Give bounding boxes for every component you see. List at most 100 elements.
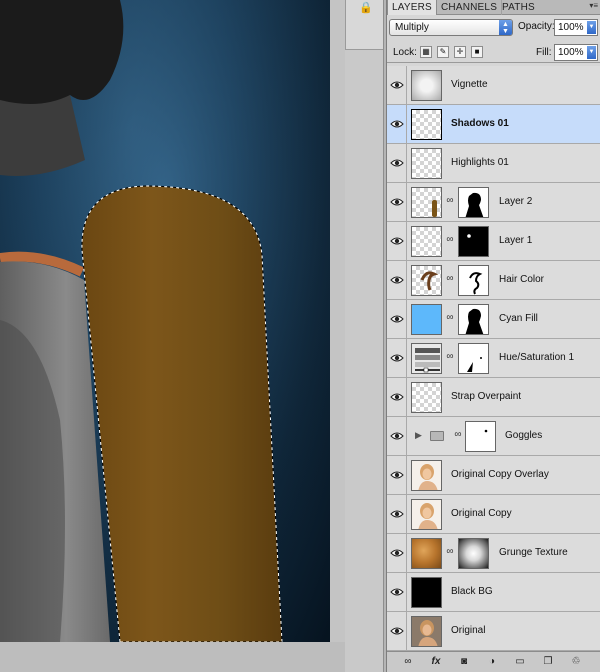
link-chain-icon[interactable]: ∞	[445, 351, 455, 365]
layer-name[interactable]: Grunge Texture	[499, 547, 568, 558]
link-chain-icon[interactable]: ∞	[445, 546, 455, 560]
visibility-toggle[interactable]	[387, 573, 407, 611]
link-layers-icon[interactable]: ∞	[401, 655, 415, 669]
layer-thumbnail[interactable]	[411, 460, 442, 491]
layer-thumbnail[interactable]	[411, 226, 442, 257]
tab-channels[interactable]: CHANNELS	[437, 0, 503, 15]
layer-row[interactable]: Original	[387, 612, 600, 651]
folder-icon	[430, 431, 444, 441]
blend-mode-select[interactable]: Multiply ▲ ▼	[389, 19, 513, 36]
layer-name[interactable]: Original	[451, 625, 485, 636]
layer-thumbnail[interactable]	[411, 382, 442, 413]
fill-field[interactable]: 100% ▼	[554, 44, 598, 61]
hue-saturation-adjustment-icon[interactable]	[411, 343, 442, 374]
layer-name[interactable]: Vignette	[451, 79, 488, 90]
new-group-icon[interactable]: ▭	[513, 655, 527, 669]
layer-name[interactable]: Goggles	[505, 430, 542, 441]
layer-name[interactable]: Strap Overpaint	[451, 391, 521, 402]
lock-pixels-icon[interactable]: ✎	[437, 46, 449, 58]
layer-mask-thumbnail[interactable]	[458, 187, 489, 218]
layer-name[interactable]: Hue/Saturation 1	[499, 352, 574, 363]
tab-paths[interactable]: PATHS	[498, 0, 539, 15]
layer-thumbnail[interactable]	[411, 148, 442, 179]
eye-icon	[390, 627, 404, 635]
layer-row[interactable]: ∞ Layer 2	[387, 183, 600, 222]
visibility-toggle[interactable]	[387, 417, 407, 455]
layer-name[interactable]: Cyan Fill	[499, 313, 538, 324]
layer-name[interactable]: Original Copy	[451, 508, 512, 519]
layer-thumbnail[interactable]	[411, 616, 442, 647]
layer-thumbnail[interactable]	[411, 109, 442, 140]
layer-thumbnail[interactable]	[411, 265, 442, 296]
layer-group-row[interactable]: ▶ ∞ Goggles	[387, 417, 600, 456]
lock-position-icon[interactable]: ✛	[454, 46, 466, 58]
layer-mask-thumbnail[interactable]	[458, 343, 489, 374]
visibility-toggle[interactable]	[387, 339, 407, 377]
layer-row[interactable]: Strap Overpaint	[387, 378, 600, 417]
visibility-toggle[interactable]	[387, 105, 407, 143]
visibility-toggle[interactable]	[387, 183, 407, 221]
layer-row[interactable]: ∞ Layer 1	[387, 222, 600, 261]
trash-icon[interactable]: ♲	[569, 655, 583, 669]
layer-thumbnail[interactable]	[411, 187, 442, 218]
layer-row[interactable]: Highlights 01	[387, 144, 600, 183]
layer-mask-thumbnail[interactable]	[458, 538, 489, 569]
visibility-toggle[interactable]	[387, 495, 407, 533]
layer-name[interactable]: Original Copy Overlay	[451, 469, 549, 480]
layer-row[interactable]: Shadows 01	[387, 105, 600, 144]
layer-name[interactable]: Layer 1	[499, 235, 532, 246]
layer-thumbnail[interactable]	[411, 577, 442, 608]
layer-name[interactable]: Hair Color	[499, 274, 544, 285]
dropdown-arrows-icon: ▲ ▼	[499, 20, 512, 35]
link-chain-icon[interactable]: ∞	[445, 234, 455, 248]
opacity-dropdown-icon[interactable]: ▼	[587, 21, 596, 34]
layer-mask-thumbnail[interactable]	[465, 421, 496, 452]
layer-row[interactable]: Black BG	[387, 573, 600, 612]
layer-row[interactable]: Vignette	[387, 66, 600, 105]
new-layer-icon[interactable]: ❐	[541, 655, 555, 669]
link-chain-icon[interactable]: ∞	[445, 273, 455, 287]
panel-menu-icon[interactable]: ▾≡	[589, 1, 598, 10]
visibility-toggle[interactable]	[387, 456, 407, 494]
link-chain-icon[interactable]: ∞	[445, 195, 455, 209]
fill-dropdown-icon[interactable]: ▼	[587, 46, 596, 59]
lock-all-icon[interactable]: ■	[471, 46, 483, 58]
link-chain-icon[interactable]: ∞	[453, 429, 463, 443]
layer-name[interactable]: Shadows 01	[451, 118, 509, 129]
visibility-toggle[interactable]	[387, 612, 407, 650]
fx-icon[interactable]: fx	[429, 655, 443, 669]
opacity-value: 100%	[558, 22, 584, 33]
layer-thumbnail[interactable]	[411, 70, 442, 101]
add-mask-icon[interactable]: ◙	[457, 655, 471, 669]
layer-row[interactable]: ∞ Cyan Fill	[387, 300, 600, 339]
lock-transparency-icon[interactable]: ▦	[420, 46, 432, 58]
layer-thumbnail[interactable]	[411, 304, 442, 335]
layer-row[interactable]: Original Copy Overlay	[387, 456, 600, 495]
visibility-toggle[interactable]	[387, 378, 407, 416]
visibility-toggle[interactable]	[387, 144, 407, 182]
link-chain-icon[interactable]: ∞	[445, 312, 455, 326]
image-canvas[interactable]	[0, 0, 330, 642]
visibility-toggle[interactable]	[387, 222, 407, 260]
layer-thumbnail[interactable]	[411, 499, 442, 530]
layer-row[interactable]: ∞ Hue/Saturation 1	[387, 339, 600, 378]
layer-thumbnail[interactable]	[411, 538, 442, 569]
layer-name[interactable]: Highlights 01	[451, 157, 509, 168]
layer-mask-thumbnail[interactable]	[458, 304, 489, 335]
layer-mask-thumbnail[interactable]	[458, 226, 489, 257]
layer-row[interactable]: ∞ Grunge Texture	[387, 534, 600, 573]
tab-layers[interactable]: LAYERS	[387, 0, 437, 15]
visibility-toggle[interactable]	[387, 66, 407, 104]
layer-name[interactable]: Layer 2	[499, 196, 532, 207]
expand-arrow-icon[interactable]: ▶	[415, 430, 422, 441]
visibility-toggle[interactable]	[387, 534, 407, 572]
visibility-toggle[interactable]	[387, 300, 407, 338]
layer-row[interactable]: Original Copy	[387, 495, 600, 534]
lock-icon[interactable]: 🔒	[359, 2, 373, 14]
adjustment-icon[interactable]: ◑	[485, 655, 499, 669]
layer-row[interactable]: ∞ Hair Color	[387, 261, 600, 300]
layer-mask-thumbnail[interactable]	[458, 265, 489, 296]
visibility-toggle[interactable]	[387, 261, 407, 299]
layer-name[interactable]: Black BG	[451, 586, 493, 597]
opacity-field[interactable]: 100% ▼	[554, 19, 598, 36]
